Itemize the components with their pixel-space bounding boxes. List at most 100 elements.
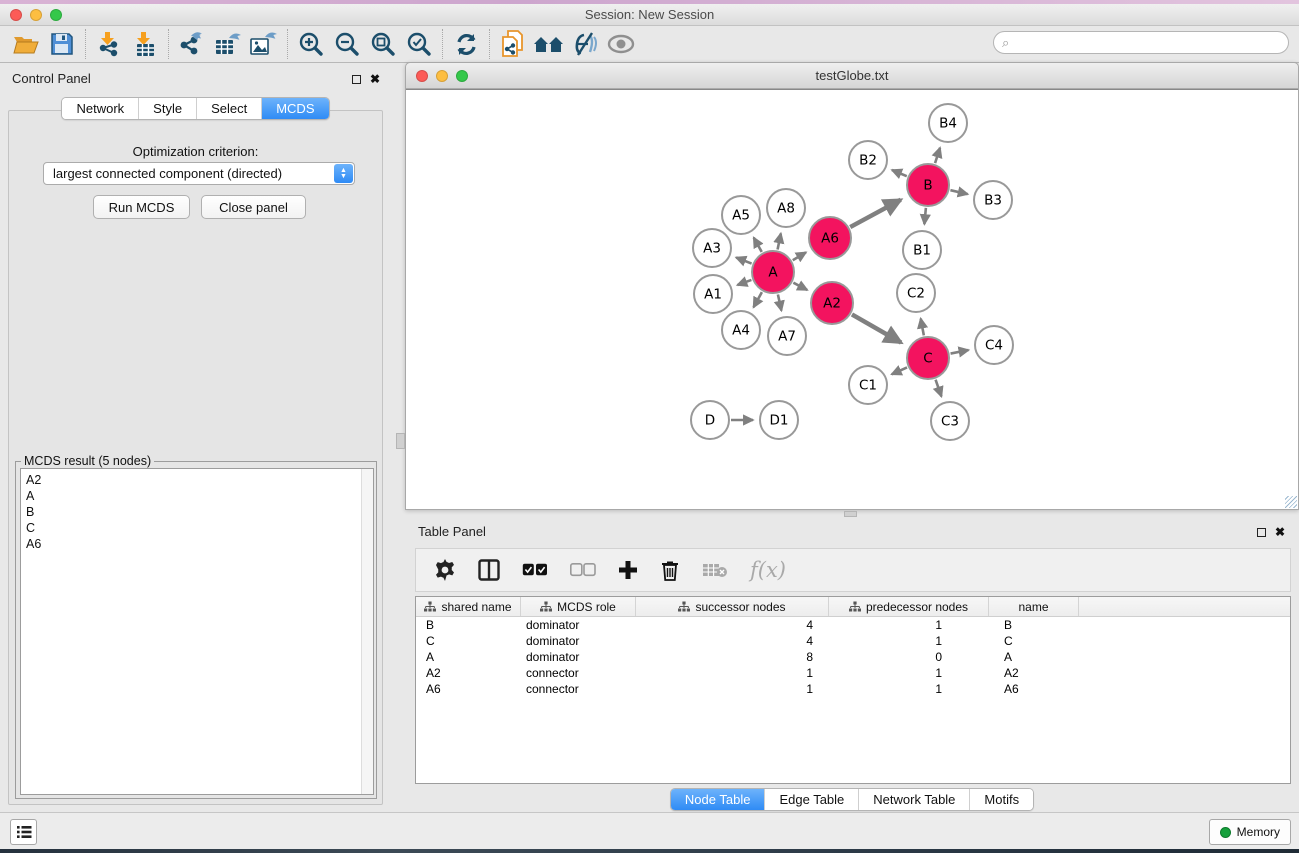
node-table[interactable]: shared name MCDS role successor nodesprede…	[415, 596, 1291, 784]
criterion-dropdown[interactable]: largest connected component (directed) ▲…	[43, 162, 355, 185]
vertical-split-handle[interactable]	[396, 433, 405, 449]
first-neighbors-button[interactable]	[531, 29, 567, 59]
close-panel-button[interactable]: Close panel	[201, 195, 306, 219]
graph-edge[interactable]	[924, 208, 925, 224]
function-builder-button[interactable]: f(x)	[750, 558, 786, 582]
column-label: MCDS role	[557, 600, 616, 614]
save-session-button[interactable]	[44, 29, 80, 59]
float-panel-icon[interactable]	[352, 75, 361, 84]
search-input[interactable]	[993, 31, 1289, 54]
tab-edge-table[interactable]: Edge Table	[764, 789, 858, 810]
result-item[interactable]: A6	[26, 536, 373, 552]
result-scrollbar[interactable]	[361, 469, 373, 794]
search-icon: ⌕	[1002, 35, 1009, 51]
gear-button[interactable]	[434, 559, 456, 581]
column-header-successor-nodes[interactable]: successor nodes	[636, 597, 829, 616]
network-canvas[interactable]: AA1A2A3A4A5A6A7A8BB1B2B3B4CC1C2C3C4DD1	[406, 89, 1298, 509]
graph-edge[interactable]	[892, 170, 907, 176]
add-column-button[interactable]	[618, 560, 638, 580]
float-table-panel-icon[interactable]	[1257, 528, 1266, 537]
hide-columns-icon	[570, 563, 596, 577]
zoom-fit-button[interactable]	[365, 29, 401, 59]
tab-node-table[interactable]: Node Table	[671, 789, 765, 810]
result-item[interactable]: A	[26, 488, 373, 504]
export-image-button[interactable]	[246, 29, 282, 59]
tab-network-table[interactable]: Network Table	[858, 789, 969, 810]
open-file-button[interactable]	[8, 29, 44, 59]
hide-columns-button[interactable]	[570, 563, 596, 577]
close-panel-icon[interactable]: ✖	[370, 72, 380, 86]
table-row[interactable]: Cdominator41C	[416, 633, 1290, 649]
window-title: Session: New Session	[0, 7, 1299, 22]
import-network-button[interactable]	[91, 29, 127, 59]
close-table-panel-icon[interactable]: ✖	[1275, 525, 1285, 539]
table-row[interactable]: A2connector11A2	[416, 665, 1290, 681]
table-cell: connector	[521, 665, 636, 681]
network-window-titlebar[interactable]: testGlobe.txt	[406, 63, 1298, 89]
refresh-button[interactable]	[448, 29, 484, 59]
export-table-icon	[215, 31, 242, 57]
zoom-out-button[interactable]	[329, 29, 365, 59]
clone-network-button[interactable]	[495, 29, 531, 59]
delete-column-icon	[660, 559, 680, 581]
export-network-button[interactable]	[174, 29, 210, 59]
column-header-shared-name[interactable]: shared name	[416, 597, 521, 616]
graph-edge[interactable]	[754, 292, 762, 307]
table-row[interactable]: Adominator80A	[416, 649, 1290, 665]
run-mcds-button[interactable]: Run MCDS	[93, 195, 190, 219]
import-table-button[interactable]	[127, 29, 163, 59]
mcds-result-list[interactable]: A2ABCA6	[20, 468, 374, 795]
graph-edge[interactable]	[936, 380, 942, 397]
graph-edge[interactable]	[736, 258, 751, 264]
delete-column-button[interactable]	[660, 559, 680, 581]
window-resize-grip[interactable]	[1285, 496, 1297, 508]
tab-mcds[interactable]: MCDS	[261, 98, 328, 119]
main-titlebar[interactable]: Session: New Session	[0, 4, 1299, 26]
graph-node-label: A7	[778, 329, 796, 345]
column-header-name[interactable]: name	[989, 597, 1079, 616]
result-item[interactable]: A2	[26, 472, 373, 488]
column-header-MCDS-role[interactable]: MCDS role	[521, 597, 636, 616]
graph-edge[interactable]	[850, 200, 901, 227]
mcds-result-title: MCDS result (5 nodes)	[21, 454, 154, 468]
result-item[interactable]: B	[26, 504, 373, 520]
graph-edge[interactable]	[793, 283, 807, 290]
result-item[interactable]: C	[26, 520, 373, 536]
column-type-icon	[849, 601, 861, 612]
zoom-in-button[interactable]	[293, 29, 329, 59]
table-cell: 1	[829, 665, 989, 681]
table-toolbar: f(x)	[415, 548, 1291, 592]
graph-edge[interactable]	[921, 319, 924, 336]
show-columns-icon	[522, 563, 548, 577]
graph-edge[interactable]	[950, 190, 967, 194]
delete-table-button[interactable]	[702, 562, 728, 578]
tab-select[interactable]: Select	[196, 98, 261, 119]
zoom-selected-button[interactable]	[401, 29, 437, 59]
graph-edge[interactable]	[778, 233, 781, 249]
memory-button[interactable]: Memory	[1209, 819, 1291, 845]
export-table-button[interactable]	[210, 29, 246, 59]
graph-node-label: C	[923, 351, 932, 367]
show-graphics-details-button[interactable]	[567, 29, 603, 59]
split-columns-button[interactable]	[478, 559, 500, 581]
refresh-icon	[454, 32, 479, 57]
show-columns-button[interactable]	[522, 563, 548, 577]
export-image-icon	[250, 31, 278, 57]
panel-list-button[interactable]	[10, 819, 37, 845]
graph-edge[interactable]	[852, 314, 901, 342]
graph-edge[interactable]	[951, 350, 969, 354]
graph-edge[interactable]	[935, 148, 940, 163]
column-header-predecessor-nodes[interactable]: predecessor nodes	[829, 597, 989, 616]
hide-eye-button[interactable]	[603, 29, 639, 59]
graph-edge[interactable]	[793, 252, 806, 260]
table-row[interactable]: Bdominator41B	[416, 617, 1290, 633]
graph-edge[interactable]	[892, 367, 907, 374]
tab-network[interactable]: Network	[62, 98, 138, 119]
table-row[interactable]: A6connector11A6	[416, 681, 1290, 697]
graph-edge[interactable]	[754, 238, 762, 252]
table-cell: 1	[829, 617, 989, 633]
graph-edge[interactable]	[778, 294, 782, 310]
tab-style[interactable]: Style	[138, 98, 196, 119]
tab-motifs[interactable]: Motifs	[969, 789, 1033, 810]
graph-edge[interactable]	[737, 280, 751, 285]
